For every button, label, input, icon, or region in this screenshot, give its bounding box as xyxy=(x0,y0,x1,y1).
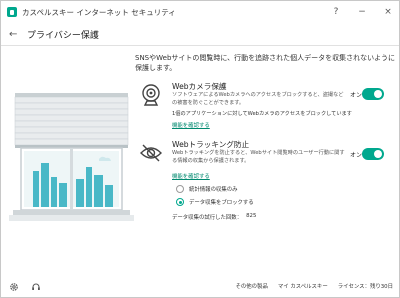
radio-statistics-only-button[interactable] xyxy=(176,185,184,193)
tracking-toggle[interactable] xyxy=(362,148,384,160)
header-divider xyxy=(1,45,399,46)
webcam-toggle[interactable] xyxy=(362,88,384,100)
radio-block-collection-button[interactable] xyxy=(176,198,184,206)
webcam-protection-title: Webカメラ保護 xyxy=(172,82,227,91)
radio-statistics-only[interactable]: 統計情報の収集のみ xyxy=(176,185,238,193)
tracking-eye-off-icon xyxy=(140,144,162,162)
page-title: プライバシー保護 xyxy=(27,30,99,41)
title-bar: カスペルスキー インターネット セキュリティ ? − × xyxy=(1,1,399,23)
footer: その他の製品 マイ カスペルスキー ライセンス：残り30日 xyxy=(1,277,399,297)
other-products-link[interactable]: その他の製品 xyxy=(236,282,268,290)
tracking-protection-title: Webトラッキング防止 xyxy=(172,140,250,149)
minimize-button[interactable]: − xyxy=(355,5,369,19)
radio-block-collection[interactable]: データ収集をブロックする xyxy=(176,198,254,206)
settings-gear-icon[interactable] xyxy=(9,282,19,292)
tracking-protection-desc: Webトラッキングを防止すると、Webサイト閲覧時のユーザー行動に関する情報の収… xyxy=(172,150,345,164)
tracking-attempts-count: 825 xyxy=(246,213,257,219)
support-headset-icon[interactable] xyxy=(31,282,41,292)
window-controls: ? − × xyxy=(329,1,395,23)
my-kaspersky-link[interactable]: マイ カスペルスキー xyxy=(278,282,328,290)
webcam-toggle-label: オン xyxy=(350,92,363,99)
footer-links: その他の製品 マイ カスペルスキー ライセンス：残り30日 xyxy=(236,282,394,290)
webcam-check-link[interactable]: 機能を確認する xyxy=(172,121,210,129)
blinds-icon xyxy=(14,96,129,146)
tracking-attempts: データ収集の試行した回数： 825 xyxy=(172,213,256,221)
window-blinds-illustration xyxy=(9,93,134,221)
page-header: ← プライバシー保護 xyxy=(1,23,399,45)
intro-text: SNSやWebサイトの閲覧時に、行動を追跡された個人データを収集されないように保… xyxy=(135,54,396,72)
webcam-protection-desc: ソフトウェアによるWebカメラへのアクセスをブロックすると、盗撮などの被害を防ぐ… xyxy=(172,92,344,106)
webcam-blocked-status: 1個のアプリケーションに対してWebカメラのアクセスをブロックしています xyxy=(172,111,352,117)
tracking-attempts-label: データ収集の試行した回数： xyxy=(172,215,243,221)
tracking-check-link[interactable]: 機能を確認する xyxy=(172,172,210,180)
license-link[interactable]: ライセンス：残り30日 xyxy=(338,282,393,290)
kaspersky-logo-icon xyxy=(7,7,17,17)
app-window: カスペルスキー インターネット セキュリティ ? − × ← プライバシー保護 … xyxy=(0,0,400,298)
back-arrow-icon[interactable]: ← xyxy=(9,29,21,40)
help-button[interactable]: ? xyxy=(329,5,343,19)
window-title: カスペルスキー インターネット セキュリティ xyxy=(22,7,176,17)
webcam-icon xyxy=(142,84,160,106)
radio-statistics-only-label: 統計情報の収集のみ xyxy=(189,187,238,193)
tracking-toggle-label: オン xyxy=(350,152,363,159)
radio-block-collection-label: データ収集をブロックする xyxy=(189,200,254,206)
close-button[interactable]: × xyxy=(381,5,395,19)
